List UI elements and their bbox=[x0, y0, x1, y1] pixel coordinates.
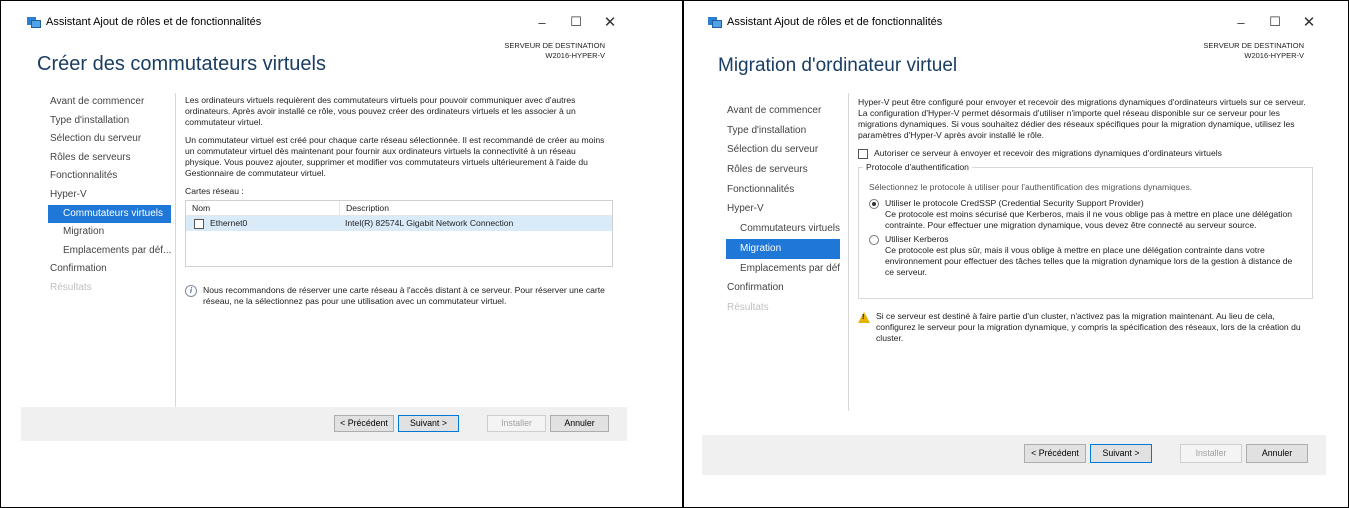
screenshot-right: Assistant Ajout de rôles et de fonctionn… bbox=[683, 0, 1349, 508]
cancel-button[interactable]: Annuler bbox=[1246, 444, 1308, 463]
network-adapters-table: Nom Description Ethernet0 Intel(R) 82574… bbox=[185, 200, 613, 267]
close-icon[interactable]: ✕ bbox=[593, 13, 627, 31]
credssp-description: Ce protocole est moins sécurisé que Kerb… bbox=[885, 209, 1293, 230]
kerberos-description: Ce protocole est plus sûr, mais il vous … bbox=[885, 245, 1293, 277]
destination-server: SERVEUR DE DESTINATION W2016-HYPER-V bbox=[504, 41, 605, 61]
nav-hyper-v[interactable]: Hyper-V bbox=[702, 199, 840, 219]
nav-features[interactable]: Fonctionnalités bbox=[702, 180, 840, 200]
maximize-icon[interactable]: ☐ bbox=[1258, 14, 1292, 30]
destination-label: SERVEUR DE DESTINATION bbox=[504, 41, 605, 50]
previous-button[interactable]: < Précédent bbox=[1024, 444, 1086, 463]
wizard-window-migration: Assistant Ajout de rôles et de fonctionn… bbox=[702, 9, 1326, 475]
kerberos-label[interactable]: Utiliser Kerberos bbox=[885, 234, 949, 245]
allow-migration-label[interactable]: Autoriser ce serveur à envoyer et recevo… bbox=[874, 148, 1222, 159]
credssp-option[interactable]: Utiliser le protocole CredSSP (Credentia… bbox=[869, 198, 1302, 209]
install-button: Installer bbox=[1180, 444, 1242, 463]
next-button[interactable]: Suivant > bbox=[1090, 444, 1152, 463]
nav-server-selection[interactable]: Sélection du serveur bbox=[21, 130, 171, 149]
nav-confirmation[interactable]: Confirmation bbox=[21, 260, 171, 279]
table-header: Nom Description bbox=[186, 201, 612, 216]
install-button: Installer bbox=[487, 415, 546, 432]
minimize-icon[interactable]: – bbox=[525, 15, 559, 30]
maximize-icon[interactable]: ☐ bbox=[559, 14, 593, 30]
wizard-header: Migration d'ordinateur virtuel SERVEUR D… bbox=[702, 35, 1326, 85]
nav-default-stores[interactable]: Emplacements par déf... bbox=[21, 242, 171, 261]
nav-divider bbox=[848, 93, 849, 411]
warning-icon: ! bbox=[858, 312, 870, 323]
kerberos-option[interactable]: Utiliser Kerberos bbox=[869, 234, 1302, 245]
nav-server-selection[interactable]: Sélection du serveur bbox=[702, 140, 840, 160]
wizard-header: Créer des commutateurs virtuels SERVEUR … bbox=[21, 35, 627, 85]
minimize-icon[interactable]: – bbox=[1224, 15, 1258, 30]
nav-results: Résultats bbox=[727, 301, 769, 313]
nav-default-stores[interactable]: Emplacements par déf... bbox=[702, 259, 840, 279]
wizard-nav: Avant de commencer Type d'installation S… bbox=[21, 93, 171, 298]
nav-virtual-switches[interactable]: Commutateurs virtuels bbox=[48, 204, 171, 224]
info-icon: i bbox=[185, 285, 197, 297]
column-description[interactable]: Description bbox=[339, 201, 612, 215]
nav-before-you-begin[interactable]: Avant de commencer bbox=[21, 93, 171, 112]
nav-features[interactable]: Fonctionnalités bbox=[21, 167, 171, 186]
close-icon[interactable]: ✕ bbox=[1292, 13, 1326, 31]
nav-migration[interactable]: Migration bbox=[21, 223, 171, 242]
destination-name: W2016-HYPER-V bbox=[1244, 51, 1304, 60]
nav-hyper-v[interactable]: Hyper-V bbox=[21, 186, 171, 205]
nav-server-roles[interactable]: Rôles de serveurs bbox=[21, 149, 171, 168]
info-text: Nous recommandons de réserver une carte … bbox=[203, 285, 605, 306]
ethernet0-checkbox[interactable] bbox=[194, 218, 204, 229]
wizard-footer: < Précédent Suivant > Installer Annuler bbox=[21, 407, 627, 441]
kerberos-radio[interactable] bbox=[869, 235, 879, 245]
nav-migration[interactable]: Migration bbox=[726, 238, 840, 259]
allow-migration-row[interactable]: Autoriser ce serveur à envoyer et recevo… bbox=[858, 148, 1313, 159]
wizard-nav: Avant de commencer Type d'installation S… bbox=[702, 101, 840, 318]
screenshot-left: Assistant Ajout de rôles et de fonctionn… bbox=[0, 0, 683, 508]
info-note: i Nous recommandons de réserver une cart… bbox=[185, 285, 613, 307]
recommendation-paragraph: Un commutateur virtuel est créé pour cha… bbox=[185, 135, 605, 178]
nav-virtual-switches[interactable]: Commutateurs virtuels bbox=[702, 219, 840, 239]
cancel-button[interactable]: Annuler bbox=[550, 415, 609, 432]
group-title: Protocole d'authentification bbox=[863, 162, 972, 173]
group-hint: Sélectionnez le protocole à utiliser pou… bbox=[869, 182, 1193, 192]
page-title: Migration d'ordinateur virtuel bbox=[718, 55, 958, 76]
destination-server: SERVEUR DE DESTINATION W2016-HYPER-V bbox=[1203, 41, 1304, 61]
title-bar: Assistant Ajout de rôles et de fonctionn… bbox=[702, 9, 1326, 35]
wizard-window-switches: Assistant Ajout de rôles et de fonctionn… bbox=[21, 9, 627, 441]
nav-installation-type[interactable]: Type d'installation bbox=[702, 121, 840, 141]
next-button[interactable]: Suivant > bbox=[398, 415, 459, 432]
network-cards-label: Cartes réseau : bbox=[185, 186, 244, 196]
window-title: Assistant Ajout de rôles et de fonctionn… bbox=[46, 16, 262, 28]
adapter-description: Intel(R) 82574L Gigabit Network Connecti… bbox=[345, 218, 514, 228]
window-title: Assistant Ajout de rôles et de fonctionn… bbox=[727, 16, 943, 28]
allow-migration-checkbox[interactable] bbox=[858, 148, 868, 159]
cluster-warning: ! Si ce serveur est destiné à faire part… bbox=[858, 311, 1313, 344]
wizard-content: Les ordinateurs virtuels requièrent des … bbox=[185, 95, 613, 307]
adapter-name: Ethernet0 bbox=[210, 218, 248, 228]
nav-results: Résultats bbox=[50, 281, 92, 293]
nav-server-roles[interactable]: Rôles de serveurs bbox=[702, 160, 840, 180]
server-manager-icon bbox=[708, 16, 722, 28]
title-bar: Assistant Ajout de rôles et de fonctionn… bbox=[21, 9, 627, 35]
column-name[interactable]: Nom bbox=[186, 201, 339, 215]
intro-paragraph: Les ordinateurs virtuels requièrent des … bbox=[185, 95, 576, 127]
table-row[interactable]: Ethernet0 Intel(R) 82574L Gigabit Networ… bbox=[186, 216, 612, 231]
nav-confirmation[interactable]: Confirmation bbox=[702, 278, 840, 298]
destination-label: SERVEUR DE DESTINATION bbox=[1203, 41, 1304, 50]
credssp-radio[interactable] bbox=[869, 199, 879, 209]
warning-text: Si ce serveur est destiné à faire partie… bbox=[876, 311, 1301, 343]
nav-installation-type[interactable]: Type d'installation bbox=[21, 112, 171, 131]
nav-divider bbox=[175, 93, 176, 409]
nav-before-you-begin[interactable]: Avant de commencer bbox=[702, 101, 840, 121]
wizard-content: Hyper-V peut être configuré pour envoyer… bbox=[858, 97, 1313, 344]
server-manager-icon bbox=[27, 16, 41, 28]
intro-paragraph: Hyper-V peut être configuré pour envoyer… bbox=[858, 97, 1306, 140]
destination-name: W2016-HYPER-V bbox=[545, 51, 605, 60]
previous-button[interactable]: < Précédent bbox=[334, 415, 394, 432]
credssp-label[interactable]: Utiliser le protocole CredSSP (Credentia… bbox=[885, 198, 1144, 209]
auth-protocol-group: Protocole d'authentification Sélectionne… bbox=[858, 162, 1313, 299]
page-title: Créer des commutateurs virtuels bbox=[37, 53, 326, 75]
wizard-footer: < Précédent Suivant > Installer Annuler bbox=[702, 435, 1326, 475]
